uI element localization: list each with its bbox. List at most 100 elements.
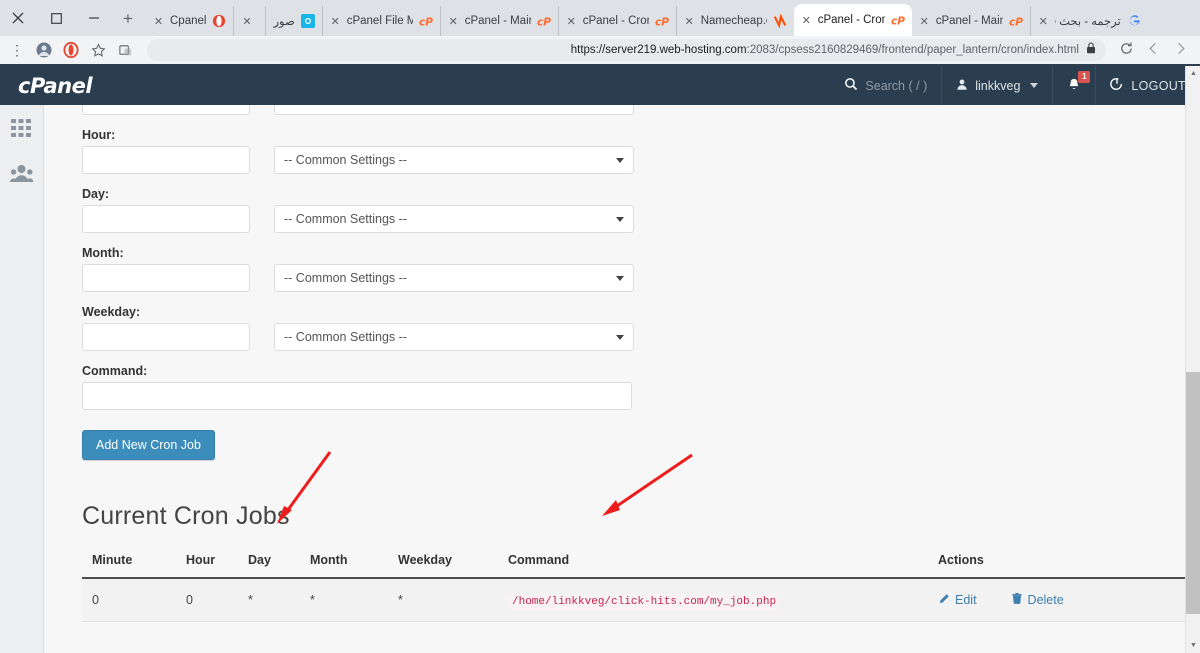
opera-icon [213, 14, 226, 28]
user-manager-icon[interactable] [9, 163, 34, 187]
trash-icon [1011, 592, 1023, 608]
browser-tab[interactable]: صور [265, 6, 321, 36]
hour-common-settings-select[interactable]: -- Common Settings -- [274, 146, 634, 174]
user-menu[interactable]: linkkveg [941, 66, 1052, 105]
tab-close-icon[interactable]: ✕ [241, 15, 252, 28]
scrollbar-thumb[interactable] [1186, 372, 1200, 614]
tab-close-icon[interactable]: ✕ [801, 14, 812, 27]
hour-select-value: -- Common Settings -- [284, 153, 407, 167]
cpanel-app: cPanel Search ( / ) linkkveg 1 LOGOUT Ho… [0, 66, 1200, 653]
notifications-button[interactable]: 1 [1052, 66, 1095, 105]
opera-icon[interactable] [62, 41, 80, 59]
cell-hour: 0 [186, 578, 248, 622]
command-input[interactable] [82, 382, 632, 410]
weekday-select-value: -- Common Settings -- [284, 330, 407, 344]
day-input[interactable] [82, 205, 250, 233]
month-label: Month: [82, 246, 124, 260]
close-window-icon[interactable] [10, 10, 26, 26]
delete-cron-job-button[interactable]: Delete [1011, 592, 1064, 608]
scroll-down-arrow-icon[interactable]: ▼ [1186, 638, 1200, 653]
scroll-up-arrow-icon[interactable]: ▲ [1186, 66, 1200, 81]
day-common-settings-select[interactable]: -- Common Settings -- [274, 205, 634, 233]
browser-tab-active[interactable]: ✕ cPanel - Cron J cP [793, 4, 912, 36]
chevron-down-icon [616, 275, 624, 281]
svg-text:cP: cP [537, 16, 551, 28]
svg-text:cP: cP [891, 15, 905, 27]
add-new-cron-job-button[interactable]: Add New Cron Job [82, 430, 215, 460]
page-scrollbar[interactable]: ▲ ▼ [1185, 66, 1200, 653]
tab-title: cPanel - Main [935, 15, 1003, 27]
hour-input[interactable] [82, 146, 250, 174]
cpanel-icon: cP [419, 16, 433, 28]
tab-close-icon[interactable]: ✕ [1038, 15, 1049, 28]
chevron-down-icon [616, 334, 624, 340]
cpanel-header-actions: Search ( / ) linkkveg 1 LOGOUT [830, 66, 1200, 105]
tab-close-icon[interactable]: ✕ [448, 15, 459, 28]
clipped-field-row [82, 105, 1186, 115]
star-icon[interactable] [89, 41, 107, 59]
th-month: Month [310, 545, 398, 579]
tab-title: cPanel - Main [464, 15, 531, 27]
browser-tab[interactable]: ✕ [233, 6, 265, 36]
tab-close-icon[interactable]: ✕ [330, 15, 341, 28]
browser-tab[interactable]: ✕ cPanel - Main cP [912, 6, 1030, 36]
browser-tab[interactable]: ✕ cPanel - Cron J cP [557, 6, 676, 36]
cron-jobs-table: Minute Hour Day Month Weekday Command Ac… [82, 545, 1192, 622]
cell-actions: Edit Delete [938, 578, 1192, 622]
tab-title: Namecheap.co [700, 15, 767, 27]
arrow-left-icon[interactable] [1146, 41, 1161, 60]
tab-strip: + ✕ Cpanel ✕ صور ✕ cPanel File Ma cP ✕ [108, 0, 1200, 36]
th-hour: Hour [186, 545, 248, 579]
tab-title: Cpanel [170, 15, 207, 27]
field-row-hour: Hour: -- Common Settings -- [82, 128, 1186, 174]
tab-close-icon[interactable]: ✕ [684, 15, 695, 28]
search-box[interactable]: Search ( / ) [830, 66, 941, 105]
cpanel-icon: cP [1009, 16, 1023, 28]
arrow-right-icon[interactable] [1173, 41, 1188, 60]
url-text: https://server219.web-hosting.com:2083/c… [570, 44, 1079, 56]
pencil-icon [938, 593, 950, 608]
reload-icon[interactable] [1119, 41, 1134, 59]
namecheap-icon [773, 14, 786, 28]
cell-day: * [248, 578, 310, 622]
tab-close-icon[interactable]: ✕ [919, 15, 930, 28]
svg-text:cP: cP [1009, 16, 1023, 28]
month-input[interactable] [82, 264, 250, 292]
edit-cron-job-button[interactable]: Edit [938, 593, 977, 608]
tab-close-icon[interactable]: ✕ [566, 15, 577, 28]
minimize-window-icon[interactable] [86, 10, 102, 26]
browser-tab[interactable]: ✕ cPanel - Main cP [439, 6, 558, 36]
minute-input-clipped[interactable] [82, 105, 250, 115]
profile-avatar-icon[interactable] [35, 41, 53, 59]
edit-label: Edit [955, 593, 977, 607]
navigation-controls [1119, 41, 1192, 60]
cpanel-header: cPanel Search ( / ) linkkveg 1 LOGOUT [0, 66, 1200, 105]
cpanel-logo[interactable]: cPanel [18, 74, 93, 98]
field-row-day: Day: -- Common Settings -- [82, 187, 1186, 233]
cpanel-icon: cP [891, 15, 905, 27]
browser-chrome: + ✕ Cpanel ✕ صور ✕ cPanel File Ma cP ✕ [0, 0, 1200, 66]
maximize-window-icon[interactable] [48, 10, 64, 26]
grid-apps-icon[interactable] [10, 117, 34, 141]
address-bar[interactable]: https://server219.web-hosting.com:2083/c… [147, 39, 1106, 61]
command-label: Command: [82, 364, 148, 378]
browser-tab[interactable]: ✕ Namecheap.co [675, 6, 794, 36]
hour-label: Hour: [82, 128, 116, 142]
tab-title: cPanel - Cron J [817, 14, 885, 26]
extension-icon[interactable] [116, 41, 134, 59]
weekday-input[interactable] [82, 323, 250, 351]
th-day: Day [248, 545, 310, 579]
browser-tab[interactable]: ✕ ترجمه - بحث Goo [1029, 6, 1148, 36]
weekday-common-settings-select[interactable]: -- Common Settings -- [274, 323, 634, 351]
cpanel-content: Hour: -- Common Settings -- Day: -- Comm… [44, 105, 1200, 653]
browser-tab[interactable]: ✕ Cpanel [146, 6, 233, 36]
minute-common-settings-clipped[interactable] [274, 105, 634, 115]
weekday-label: Weekday: [82, 305, 141, 319]
three-dots-vertical-icon[interactable]: ⋮ [8, 41, 26, 59]
browser-tab[interactable]: ✕ cPanel File Ma cP [321, 6, 440, 36]
day-label: Day: [82, 187, 110, 201]
new-tab-button[interactable]: + [114, 5, 142, 33]
svg-text:cP: cP [655, 16, 669, 28]
tab-close-icon[interactable]: ✕ [153, 15, 164, 28]
month-common-settings-select[interactable]: -- Common Settings -- [274, 264, 634, 292]
